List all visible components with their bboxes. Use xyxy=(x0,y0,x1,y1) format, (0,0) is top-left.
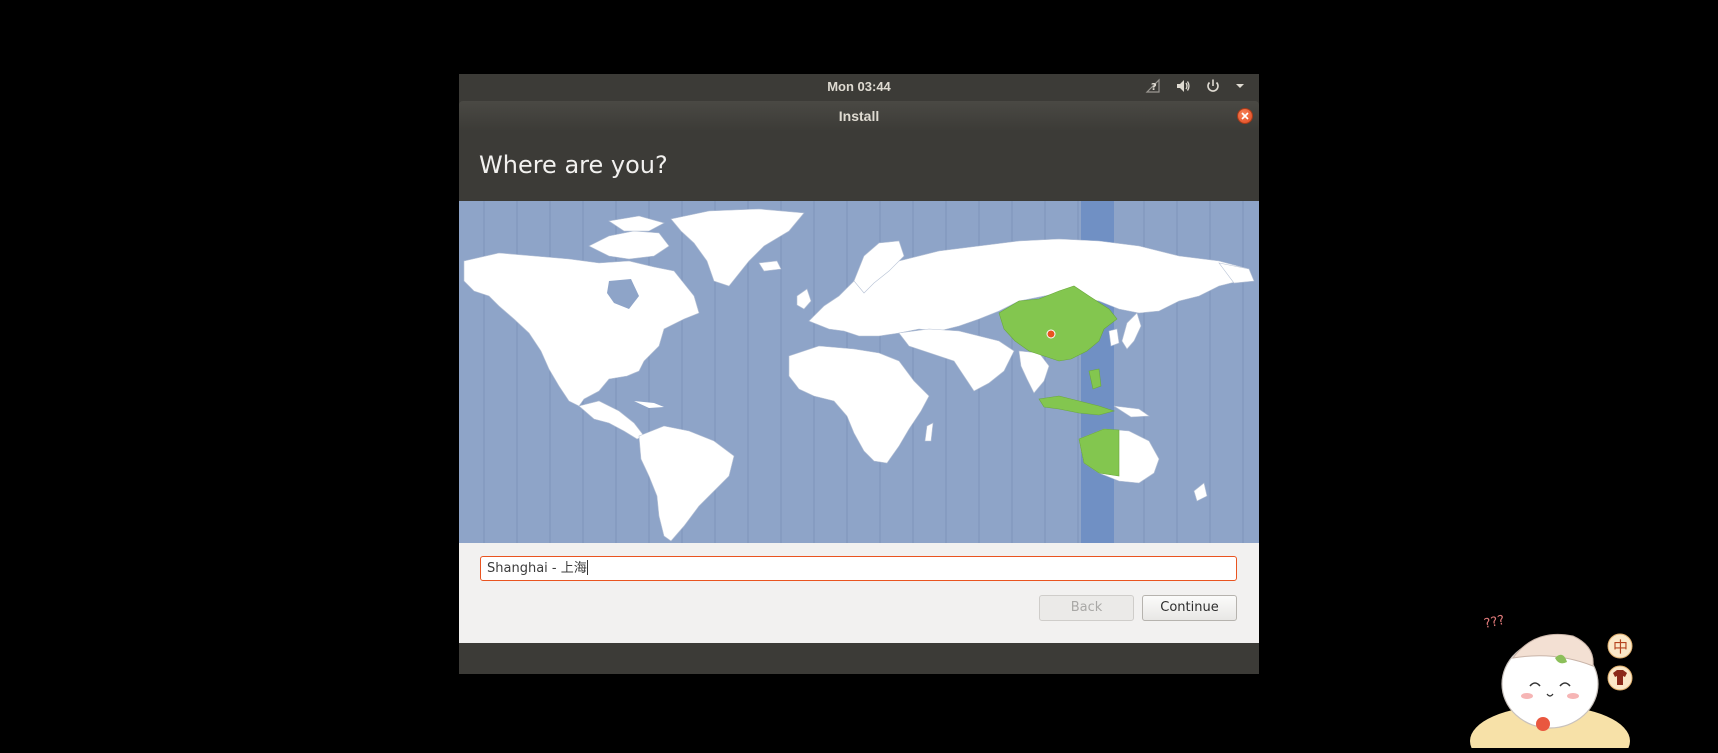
close-icon xyxy=(1241,112,1249,120)
question-marks: ??? xyxy=(1483,613,1506,632)
desktop-screen: Mon 03:44 ? Install Where are you? Shang… xyxy=(459,74,1259,674)
system-tray: ? xyxy=(1145,78,1245,94)
location-pin-icon xyxy=(1046,329,1056,339)
network-question-icon[interactable]: ? xyxy=(1145,78,1161,94)
page-title: Where are you? xyxy=(479,151,668,179)
page-header: Where are you? xyxy=(459,131,1259,201)
installer-window: Install Where are you? Shanghai - 上海 Bac… xyxy=(459,101,1259,674)
text-caret xyxy=(586,560,588,575)
continue-button[interactable]: Continue xyxy=(1142,595,1237,621)
dropdown-arrow-icon[interactable] xyxy=(1235,78,1245,94)
window-footer xyxy=(459,643,1259,674)
close-button[interactable] xyxy=(1237,108,1253,124)
location-input[interactable]: Shanghai - 上海 xyxy=(480,556,1237,581)
top-panel: Mon 03:44 ? xyxy=(459,74,1259,100)
bottom-panel: Shanghai - 上海 Back Continue xyxy=(459,543,1259,643)
back-button[interactable]: Back xyxy=(1039,595,1134,621)
location-input-value: Shanghai - 上海 xyxy=(487,561,587,576)
world-map-graphic xyxy=(463,201,1255,543)
badge-top: 中 xyxy=(1613,638,1628,656)
power-icon[interactable] xyxy=(1205,78,1221,94)
timezone-map[interactable] xyxy=(459,201,1259,543)
volume-icon[interactable] xyxy=(1175,78,1191,94)
window-titlebar[interactable]: Install xyxy=(459,101,1259,131)
window-title: Install xyxy=(838,108,880,124)
mascot-overlay: ??? 中 xyxy=(1455,606,1655,753)
clock[interactable]: Mon 03:44 xyxy=(459,79,1259,94)
svg-text:?: ? xyxy=(1151,82,1157,93)
